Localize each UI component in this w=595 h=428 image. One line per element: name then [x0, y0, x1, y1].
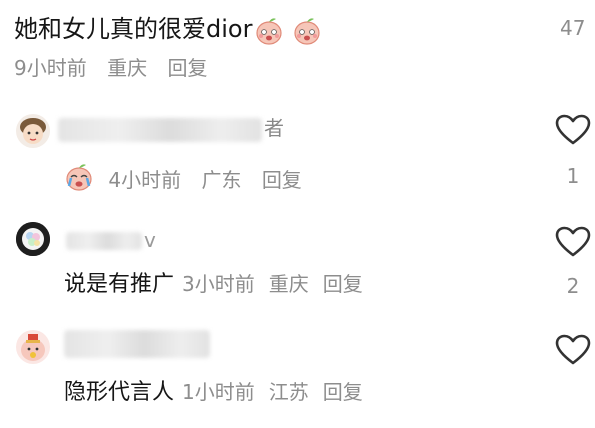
- heart-outline-icon[interactable]: [555, 114, 591, 146]
- top-comment-text: 她和女儿真的很爱dior: [14, 12, 322, 47]
- top-comment-meta: 9小时前 重庆 回复: [14, 54, 207, 82]
- reply-time: 4小时前: [108, 167, 182, 192]
- peach-face-emoji-icon: [254, 13, 322, 47]
- heart-outline-icon[interactable]: [555, 226, 591, 258]
- heart-outline-icon[interactable]: [555, 334, 591, 366]
- reply-button[interactable]: 回复: [323, 272, 363, 296]
- comment-body: 隐形代言人: [64, 380, 175, 405]
- comment-body: 说是有推广: [64, 272, 175, 297]
- reply-meta: 4小时前 广东 回复: [64, 162, 302, 200]
- like-count: 2: [566, 274, 580, 298]
- blurred-username: [58, 118, 262, 142]
- comment-location: 江苏: [268, 380, 309, 404]
- comment-time: 3小时前: [182, 272, 255, 296]
- reply-button[interactable]: 回复: [262, 168, 302, 192]
- top-comment-location: 重庆: [107, 56, 148, 80]
- top-comment-time: 9小时前: [14, 56, 87, 80]
- avatar[interactable]: [16, 114, 50, 148]
- comment-location: 重庆: [268, 272, 309, 296]
- reply-location: 广东: [201, 167, 242, 192]
- blurred-username: [64, 330, 210, 358]
- avatar[interactable]: [16, 330, 50, 364]
- username-tail: 者: [264, 116, 284, 140]
- blurred-username: [66, 232, 142, 250]
- comment-text: 隐形代言人 1小时前 江苏 回复: [64, 376, 363, 409]
- crying-face-emoji-icon: [64, 162, 94, 200]
- comment-text: 说是有推广 3小时前 重庆 回复: [64, 268, 363, 301]
- avatar[interactable]: [16, 222, 50, 256]
- top-reply-button[interactable]: 回复: [167, 56, 207, 80]
- reply-button[interactable]: 回复: [323, 380, 363, 404]
- like-count: 1: [566, 164, 580, 188]
- top-comment-body: 她和女儿真的很爱dior: [14, 15, 253, 43]
- comment-time: 1小时前: [182, 380, 255, 404]
- username-tail: v: [144, 228, 156, 252]
- top-like-count: 47: [560, 16, 586, 40]
